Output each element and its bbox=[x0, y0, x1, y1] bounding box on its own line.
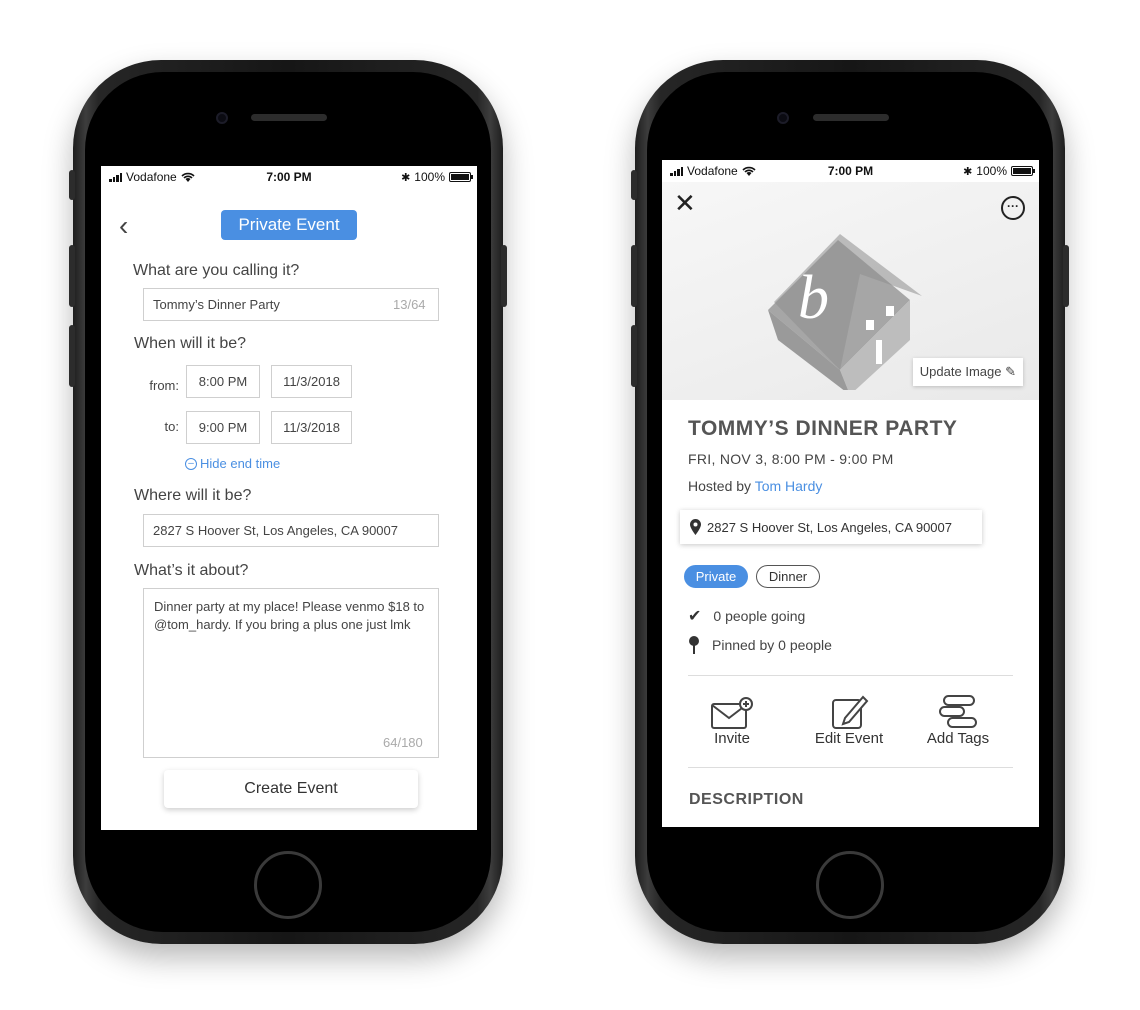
divider bbox=[688, 767, 1013, 768]
tag-private[interactable]: Private bbox=[684, 565, 748, 588]
hide-end-time-link[interactable]: – Hide end time bbox=[185, 456, 280, 471]
going-count: ✔ 0 people going bbox=[688, 606, 805, 626]
hide-end-time-label: Hide end time bbox=[200, 456, 281, 471]
host-name-link[interactable]: Tom Hardy bbox=[755, 478, 823, 494]
front-camera bbox=[216, 112, 228, 124]
create-event-button[interactable]: Create Event bbox=[164, 770, 418, 808]
edit-pencil-icon bbox=[832, 695, 869, 729]
volume-down-button bbox=[631, 325, 637, 387]
edit-event-label: Edit Event bbox=[814, 730, 884, 747]
update-image-label: Update Image bbox=[919, 364, 1002, 379]
event-name-value: Tommy’s Dinner Party bbox=[153, 297, 280, 312]
battery-icon bbox=[1011, 166, 1035, 176]
when-question: When will it be? bbox=[134, 335, 247, 352]
event-datetime: FRI, NOV 3, 8:00 PM - 9:00 PM bbox=[688, 451, 894, 467]
to-date-field[interactable]: 11/3/2018 bbox=[271, 411, 352, 444]
create-event-screen: Vodafone 7:00 PM ✱ 100% ‹ Private Event … bbox=[101, 166, 477, 830]
status-bar: Vodafone 7:00 PM ✱ 100% bbox=[101, 166, 477, 188]
close-icon[interactable]: ✕ bbox=[674, 190, 696, 216]
power-button bbox=[1063, 245, 1069, 307]
location-pin-icon bbox=[690, 519, 701, 535]
battery-icon bbox=[449, 172, 473, 182]
svg-text:b: b bbox=[798, 264, 829, 332]
more-options-icon[interactable]: ··· bbox=[1001, 196, 1025, 220]
volume-up-button bbox=[69, 245, 75, 307]
event-detail-screen: b Vodafone 7:00 PM ✱ 100% ✕ ··· Update I… bbox=[662, 160, 1039, 827]
home-button[interactable] bbox=[254, 851, 322, 919]
description-textarea[interactable]: Dinner party at my place! Please venmo $… bbox=[143, 588, 439, 758]
to-time-field[interactable]: 9:00 PM bbox=[186, 411, 260, 444]
tags-icon bbox=[939, 695, 977, 728]
from-date-field[interactable]: 11/3/2018 bbox=[271, 365, 352, 398]
add-tags-label: Add Tags bbox=[926, 730, 990, 747]
home-button[interactable] bbox=[816, 851, 884, 919]
to-label: to: bbox=[164, 419, 179, 434]
from-label: from: bbox=[149, 378, 179, 393]
check-icon: ✔ bbox=[688, 608, 702, 625]
description-char-counter: 64/180 bbox=[383, 735, 423, 750]
invite-button[interactable]: Invite bbox=[702, 692, 762, 747]
bluetooth-icon: ✱ bbox=[963, 165, 973, 178]
tag-dinner[interactable]: Dinner bbox=[756, 565, 820, 588]
battery-percent: 100% bbox=[414, 170, 445, 184]
location-input[interactable]: 2827 S Hoover St, Los Angeles, CA 90007 bbox=[143, 514, 439, 547]
location-value: 2827 S Hoover St, Los Angeles, CA 90007 bbox=[153, 523, 399, 538]
battery-percent: 100% bbox=[976, 164, 1007, 178]
envelope-plus-icon bbox=[711, 697, 753, 729]
going-text: 0 people going bbox=[713, 608, 806, 624]
description-heading: DESCRIPTION bbox=[689, 791, 804, 808]
name-char-counter: 13/64 bbox=[393, 297, 426, 312]
event-title: TOMMY’S DINNER PARTY bbox=[688, 417, 958, 440]
hosted-by-label: Hosted by bbox=[688, 478, 752, 494]
invite-label: Invite bbox=[714, 730, 750, 747]
earpiece-speaker bbox=[813, 114, 889, 121]
mute-switch bbox=[69, 170, 75, 200]
house-logo-icon: b bbox=[768, 234, 922, 390]
status-bar: Vodafone 7:00 PM ✱ 100% bbox=[662, 160, 1039, 182]
from-time-field[interactable]: 8:00 PM bbox=[186, 365, 260, 398]
update-image-button[interactable]: Update Image ✎ bbox=[912, 358, 1023, 386]
pinned-text: Pinned by 0 people bbox=[712, 637, 832, 653]
address-text: 2827 S Hoover St, Los Angeles, CA 90007 bbox=[707, 519, 953, 535]
power-button bbox=[501, 245, 507, 307]
mute-switch bbox=[631, 170, 637, 200]
page-title: Private Event bbox=[221, 210, 357, 240]
address-card[interactable]: 2827 S Hoover St, Los Angeles, CA 90007 bbox=[680, 510, 982, 544]
edit-event-button[interactable]: Edit Event bbox=[810, 692, 888, 747]
hosted-by: Hosted by Tom Hardy bbox=[688, 478, 822, 494]
pin-icon bbox=[689, 636, 699, 654]
front-camera bbox=[777, 112, 789, 124]
back-chevron-icon[interactable]: ‹ bbox=[119, 212, 128, 240]
pencil-icon: ✎ bbox=[1005, 364, 1016, 379]
pinned-count: Pinned by 0 people bbox=[688, 636, 832, 654]
name-question: What are you calling it? bbox=[133, 262, 300, 279]
where-question: Where will it be? bbox=[134, 487, 252, 504]
volume-up-button bbox=[631, 245, 637, 307]
add-tags-button[interactable]: Add Tags bbox=[920, 692, 996, 747]
minus-circle-icon: – bbox=[185, 457, 197, 470]
divider bbox=[688, 675, 1013, 676]
volume-down-button bbox=[69, 325, 75, 387]
about-question: What’s it about? bbox=[134, 562, 249, 579]
bluetooth-icon: ✱ bbox=[401, 171, 411, 184]
earpiece-speaker bbox=[251, 114, 327, 121]
description-value: Dinner party at my place! Please venmo $… bbox=[154, 599, 425, 632]
